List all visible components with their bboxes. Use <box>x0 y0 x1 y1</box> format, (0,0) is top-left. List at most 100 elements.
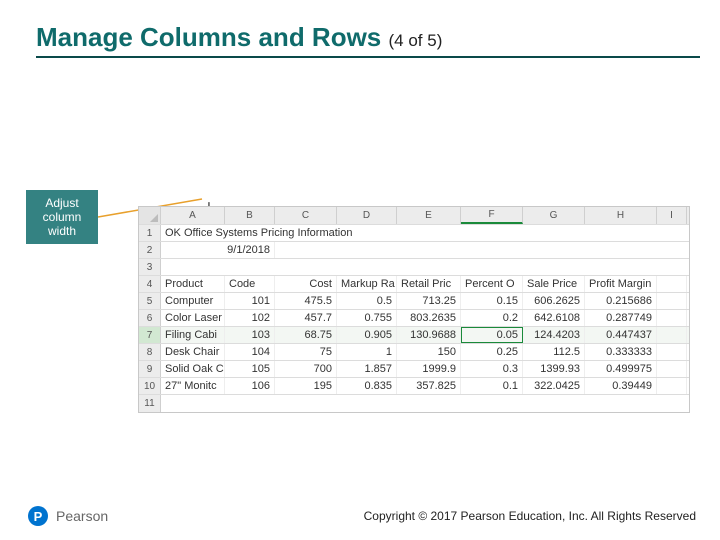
cell-text: 112.5 <box>553 346 580 358</box>
cell-cost[interactable]: 475.5 <box>275 293 337 309</box>
cell-blank[interactable] <box>657 276 687 292</box>
col-header-H[interactable]: H <box>585 207 657 224</box>
cell-markup[interactable]: 0.755 <box>337 310 397 326</box>
cell-sale[interactable]: 124.4203 <box>523 327 585 343</box>
col-header-B[interactable]: B <box>225 207 275 224</box>
cell-sale[interactable]: 606.2625 <box>523 293 585 309</box>
cell-code[interactable]: 106 <box>225 378 275 394</box>
row-header-2[interactable]: 2 <box>139 242 161 258</box>
cell-header-sale[interactable]: Sale Price <box>523 276 585 292</box>
col-letter: A <box>189 210 196 221</box>
cell-blank[interactable] <box>161 259 689 275</box>
row-header-3[interactable]: 3 <box>139 259 161 275</box>
col-header-G[interactable]: G <box>523 207 585 224</box>
cell-margin[interactable]: 0.287749 <box>585 310 657 326</box>
cell-percentoff[interactable]: 0.15 <box>461 293 523 309</box>
cell-blank[interactable] <box>161 395 689 412</box>
row-header[interactable]: 7 <box>139 327 161 343</box>
col-header-F[interactable]: F <box>461 207 523 224</box>
cell-header-code[interactable]: Code <box>225 276 275 292</box>
row-header[interactable]: 10 <box>139 378 161 394</box>
cell-cost[interactable]: 457.7 <box>275 310 337 326</box>
cell-header-product[interactable]: Product <box>161 276 225 292</box>
cell-cost[interactable]: 68.75 <box>275 327 337 343</box>
cell-margin[interactable]: 0.333333 <box>585 344 657 360</box>
cell-product[interactable]: Color Laser <box>161 310 225 326</box>
cell-retail[interactable]: 357.825 <box>397 378 461 394</box>
cell-blank[interactable] <box>657 378 687 394</box>
col-header-E[interactable]: E <box>397 207 461 224</box>
cell-header-retail[interactable]: Retail Pric <box>397 276 461 292</box>
row-header[interactable]: 5 <box>139 293 161 309</box>
row-header-4[interactable]: 4 <box>139 276 161 292</box>
cell-sale[interactable]: 322.0425 <box>523 378 585 394</box>
col-letter: F <box>488 209 494 220</box>
cell-product[interactable]: Computer <box>161 293 225 309</box>
cell-text: 0.1 <box>503 380 518 392</box>
col-header-A[interactable]: A <box>161 207 225 224</box>
cell-code[interactable]: 103 <box>225 327 275 343</box>
col-header-D[interactable]: D <box>337 207 397 224</box>
cell-blank[interactable] <box>657 361 687 377</box>
cell-retail[interactable]: 150 <box>397 344 461 360</box>
cell-markup[interactable]: 1.857 <box>337 361 397 377</box>
cell-product[interactable]: Solid Oak C <box>161 361 225 377</box>
cell-A2-date[interactable]: 9/1/2018 <box>161 242 275 258</box>
cell-sale[interactable]: 642.6108 <box>523 310 585 326</box>
cell-retail[interactable]: 1999.9 <box>397 361 461 377</box>
cell-margin[interactable]: 0.499975 <box>585 361 657 377</box>
cell-blank[interactable] <box>657 310 687 326</box>
cell-blank[interactable] <box>657 344 687 360</box>
cell-sale[interactable]: 1399.93 <box>523 361 585 377</box>
row-header-11[interactable]: 11 <box>139 395 161 412</box>
cell-markup[interactable]: 0.835 <box>337 378 397 394</box>
cell-text: 0.447437 <box>606 329 652 341</box>
cell-percentoff-selected[interactable]: 0.05 <box>461 327 523 343</box>
cell-sale[interactable]: 112.5 <box>523 344 585 360</box>
cell-margin[interactable]: 0.215686 <box>585 293 657 309</box>
cell-blank[interactable] <box>275 242 689 258</box>
select-all-corner[interactable] <box>139 207 161 224</box>
row-header[interactable]: 9 <box>139 361 161 377</box>
cell-markup[interactable]: 0.905 <box>337 327 397 343</box>
row-header[interactable]: 6 <box>139 310 161 326</box>
cell-text: Color Laser <box>165 312 222 324</box>
cell-text: Sale Price <box>527 278 577 290</box>
cell-text: 102 <box>252 312 270 324</box>
cell-header-markup[interactable]: Markup Ra <box>337 276 397 292</box>
cell-A1-title[interactable]: OK Office Systems Pricing Information <box>161 225 689 241</box>
col-header-C[interactable]: C <box>275 207 337 224</box>
row-header-1[interactable]: 1 <box>139 225 161 241</box>
cell-cost[interactable]: 75 <box>275 344 337 360</box>
cell-margin[interactable]: 0.447437 <box>585 327 657 343</box>
cell-header-cost[interactable]: Cost <box>275 276 337 292</box>
cell-margin[interactable]: 0.39449 <box>585 378 657 394</box>
cell-code[interactable]: 101 <box>225 293 275 309</box>
cell-product[interactable]: Filing Cabi <box>161 327 225 343</box>
cell-product[interactable]: 27" Monitc <box>161 378 225 394</box>
cell-text: 0.39449 <box>612 380 652 392</box>
col-header-I[interactable]: I <box>657 207 687 224</box>
cell-cost[interactable]: 700 <box>275 361 337 377</box>
row-header[interactable]: 8 <box>139 344 161 360</box>
cell-product[interactable]: Desk Chair <box>161 344 225 360</box>
cell-percentoff[interactable]: 0.3 <box>461 361 523 377</box>
cell-percentoff[interactable]: 0.1 <box>461 378 523 394</box>
cell-percentoff[interactable]: 0.2 <box>461 310 523 326</box>
cell-markup[interactable]: 1 <box>337 344 397 360</box>
cell-retail[interactable]: 130.9688 <box>397 327 461 343</box>
cell-retail[interactable]: 713.25 <box>397 293 461 309</box>
cell-header-margin[interactable]: Profit Margin <box>585 276 657 292</box>
cell-code[interactable]: 105 <box>225 361 275 377</box>
cell-blank[interactable] <box>657 293 687 309</box>
cell-code[interactable]: 102 <box>225 310 275 326</box>
cell-markup[interactable]: 0.5 <box>337 293 397 309</box>
cell-cost[interactable]: 195 <box>275 378 337 394</box>
cell-text: 1 <box>386 346 392 358</box>
cell-retail[interactable]: 803.2635 <box>397 310 461 326</box>
cell-percentoff[interactable]: 0.25 <box>461 344 523 360</box>
cell-code[interactable]: 104 <box>225 344 275 360</box>
cell-text: 101 <box>252 295 270 307</box>
cell-header-percentoff[interactable]: Percent O <box>461 276 523 292</box>
cell-blank[interactable] <box>657 327 687 343</box>
